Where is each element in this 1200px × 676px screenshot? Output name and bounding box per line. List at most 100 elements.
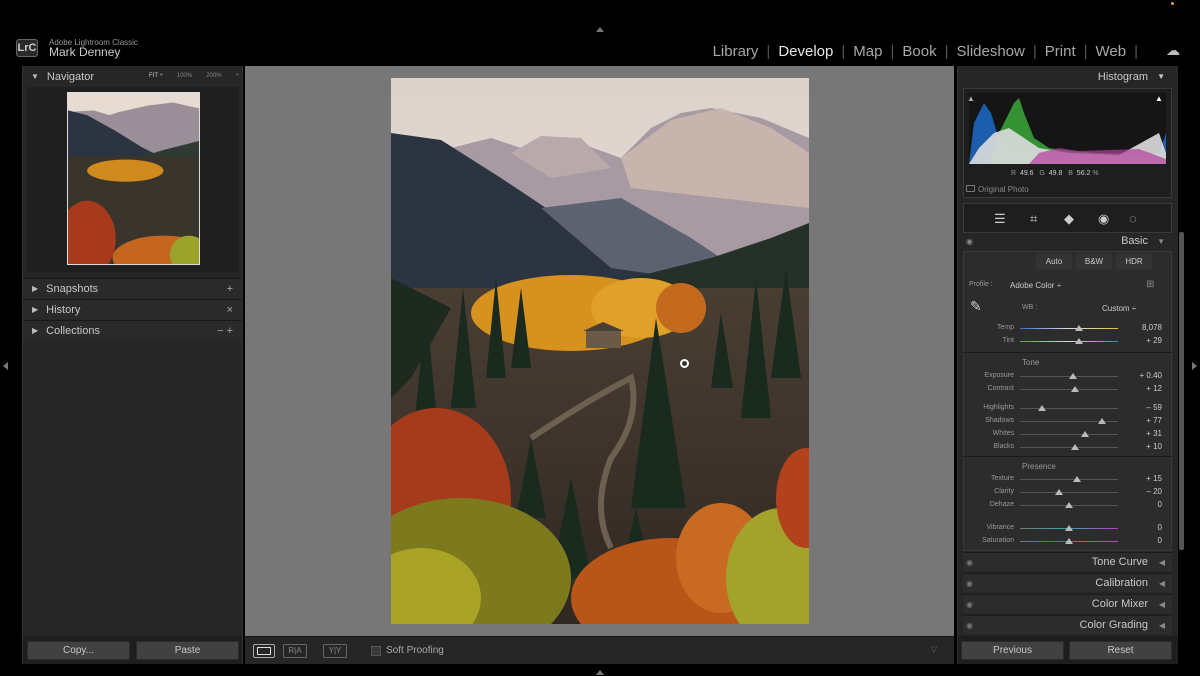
loupe-view-button[interactable] [253, 644, 275, 658]
slider-track[interactable] [1020, 479, 1118, 480]
histogram-header[interactable]: Histogram ▼ [963, 67, 1172, 87]
histogram-graph[interactable] [969, 93, 1166, 164]
collections-header[interactable]: ▶ Collections − + [23, 320, 242, 340]
zoom-100[interactable]: 100% [177, 73, 192, 79]
profile-dropdown[interactable]: Adobe Color ÷ [1010, 281, 1061, 290]
grid-icon[interactable]: ⊞ [1146, 279, 1154, 290]
before-after-yy-button[interactable]: Y|Y [323, 644, 347, 658]
slider-value[interactable]: 0 [1122, 523, 1162, 532]
basic-header[interactable]: ◉ Basic ▼ [963, 232, 1172, 251]
eye-icon[interactable]: ◉ [966, 553, 973, 572]
before-after-ra-button[interactable]: R|A [283, 644, 307, 658]
slider-track[interactable] [1020, 434, 1118, 435]
slider-thumb[interactable] [1037, 405, 1046, 411]
slider-value[interactable]: + 77 [1122, 416, 1162, 425]
module-print[interactable]: Print [1045, 43, 1076, 60]
shadow-clipping-icon[interactable]: ▲ [967, 94, 975, 103]
slider-label: Contrast [987, 385, 1014, 392]
slider-thumb[interactable] [1098, 418, 1107, 424]
paste-button[interactable]: Paste [136, 641, 239, 660]
wb-dropdown[interactable]: Custom ÷ [1102, 304, 1136, 313]
slider-value[interactable]: 8,078 [1122, 323, 1162, 332]
module-develop[interactable]: Develop [778, 43, 833, 60]
slider-thumb[interactable] [1068, 373, 1077, 379]
slider-thumb[interactable] [1065, 502, 1073, 508]
copy-button[interactable]: Copy... [27, 641, 130, 660]
history-header[interactable]: ▶ History × [23, 299, 242, 319]
soft-proofing-checkbox[interactable] [371, 646, 381, 656]
slider-track[interactable] [1020, 492, 1118, 493]
hdr-button[interactable]: HDR [1116, 254, 1152, 270]
slider-value[interactable]: + 10 [1122, 442, 1162, 451]
slider-value[interactable]: + 31 [1122, 429, 1162, 438]
slider-thumb[interactable] [1074, 338, 1083, 344]
module-web[interactable]: Web [1096, 43, 1127, 60]
reset-button[interactable]: Reset [1069, 641, 1172, 660]
slider-thumb[interactable] [1065, 538, 1073, 544]
slider-value[interactable]: + 12 [1122, 384, 1162, 393]
slider-thumb[interactable] [1065, 525, 1073, 531]
slider-value[interactable]: + 0.40 [1122, 371, 1162, 380]
tone-curve-panel[interactable]: ◉ Tone Curve ◀ [963, 552, 1172, 571]
eye-icon[interactable]: ◉ [966, 595, 973, 614]
navigator-thumbnail[interactable] [67, 92, 200, 265]
previous-button[interactable]: Previous [961, 641, 1064, 660]
adjustment-pin[interactable] [680, 359, 689, 368]
zoom-fit[interactable]: FIT ÷ [149, 73, 163, 79]
right-panel-scrollbar[interactable] [1179, 232, 1184, 550]
eyedropper-icon[interactable]: ✎ [970, 298, 982, 315]
slider-track[interactable] [1020, 408, 1118, 409]
add-snapshot-button[interactable]: + [227, 279, 233, 299]
slider-track[interactable] [1020, 328, 1118, 329]
eye-icon[interactable]: ◉ [966, 616, 973, 635]
filmstrip-toggle[interactable] [596, 670, 604, 675]
eye-icon[interactable]: ◉ [966, 232, 973, 251]
histogram-title: Histogram [1097, 71, 1148, 83]
mask-icon[interactable]: ◌ [1129, 211, 1137, 226]
slider-value[interactable]: 0 [1122, 500, 1162, 509]
snapshots-header[interactable]: ▶ Snapshots + [23, 278, 242, 298]
slider-track[interactable] [1020, 389, 1118, 390]
color-mixer-panel[interactable]: ◉ Color Mixer ◀ [963, 594, 1172, 613]
calibration-panel[interactable]: ◉ Calibration ◀ [963, 573, 1172, 592]
slider-track[interactable] [1020, 341, 1118, 342]
slider-thumb[interactable] [1070, 444, 1079, 450]
sliders-icon[interactable]: ☰ [994, 211, 1006, 227]
slider-thumb[interactable] [1080, 431, 1089, 437]
slider-thumb[interactable] [1074, 325, 1083, 331]
module-map[interactable]: Map [853, 43, 882, 60]
slider-thumb[interactable] [1070, 386, 1079, 392]
left-panel-toggle[interactable] [3, 362, 8, 370]
slider-value[interactable]: 0 [1122, 536, 1162, 545]
redeye-icon[interactable]: ◉ [1098, 211, 1109, 227]
top-panel-toggle[interactable] [596, 27, 604, 32]
module-library[interactable]: Library [713, 43, 759, 60]
bw-button[interactable]: B&W [1076, 254, 1112, 270]
eye-icon[interactable]: ◉ [966, 574, 973, 593]
slider-value[interactable]: – 59 [1122, 403, 1162, 412]
eraser-icon[interactable]: ◆ [1064, 211, 1074, 227]
cloud-icon[interactable]: ☁ [1166, 42, 1180, 59]
right-panel-toggle[interactable] [1192, 362, 1197, 370]
clear-history-button[interactable]: × [227, 300, 233, 320]
original-photo[interactable]: Original Photo [966, 185, 1029, 194]
module-slideshow[interactable]: Slideshow [956, 43, 1024, 60]
color-grading-panel[interactable]: ◉ Color Grading ◀ [963, 615, 1172, 634]
basic-title: Basic [1121, 235, 1148, 247]
zoom-200[interactable]: 200% [206, 73, 221, 79]
slider-thumb[interactable] [1072, 476, 1081, 482]
slider-track[interactable] [1020, 447, 1118, 448]
auto-button[interactable]: Auto [1036, 254, 1072, 270]
slider-label: Whites [992, 430, 1014, 437]
slider-thumb[interactable] [1055, 489, 1064, 495]
slider-value[interactable]: + 15 [1122, 474, 1162, 483]
zoom-more[interactable]: ÷ [236, 73, 239, 79]
crop-icon[interactable]: ⌗ [1030, 211, 1037, 227]
highlight-clipping-icon[interactable]: ▲ [1155, 94, 1163, 103]
module-book[interactable]: Book [902, 43, 936, 60]
collections-actions[interactable]: − + [217, 321, 233, 341]
main-photo[interactable] [391, 78, 809, 624]
toolbar-menu-icon[interactable]: ▽ [931, 645, 937, 654]
slider-value[interactable]: – 20 [1122, 487, 1162, 496]
slider-value[interactable]: + 29 [1122, 336, 1162, 345]
